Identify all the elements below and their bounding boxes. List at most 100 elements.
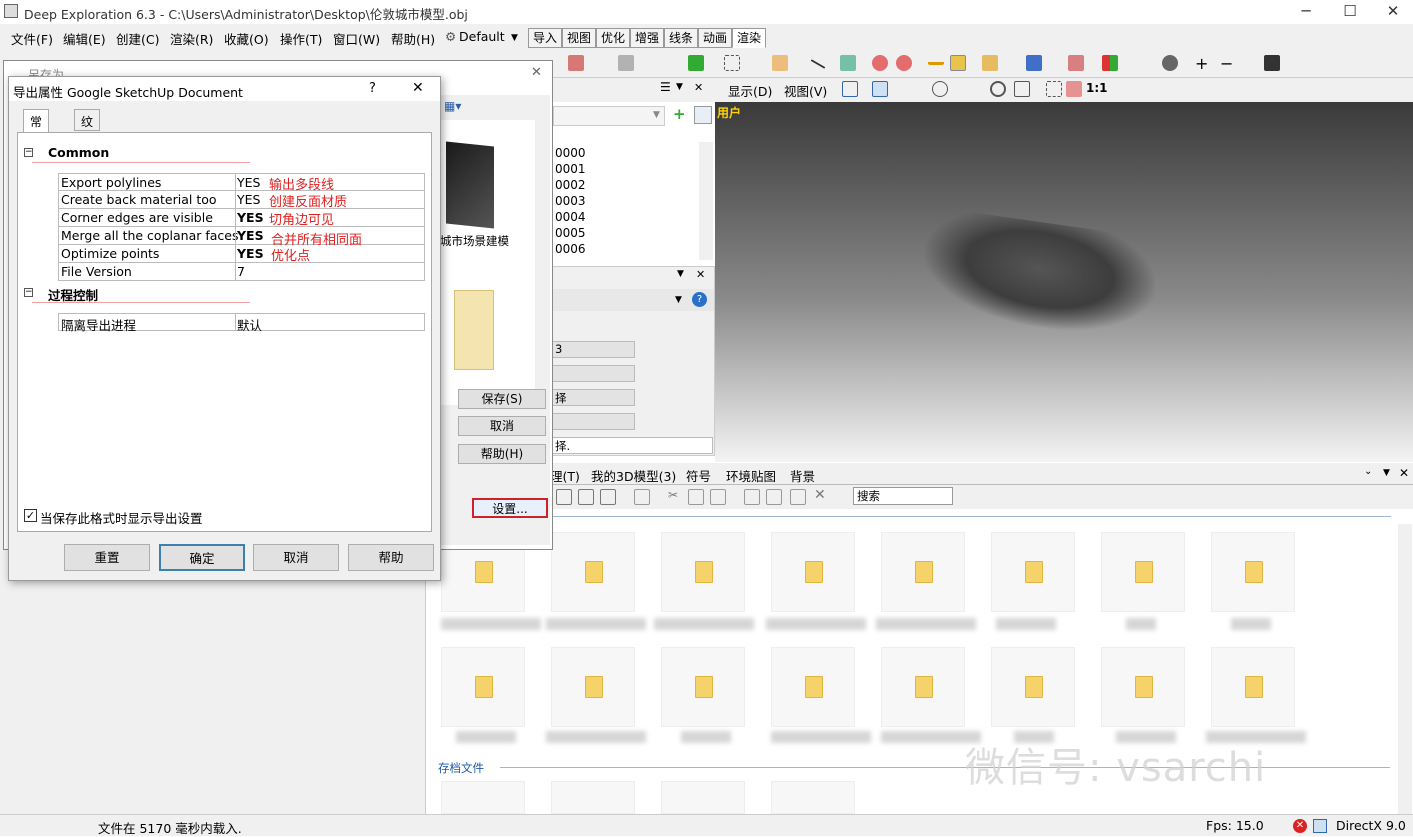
archive-tile[interactable] — [771, 781, 855, 814]
folder-tile[interactable] — [1101, 532, 1185, 612]
tree-dropdown[interactable] — [553, 106, 665, 126]
tree-item[interactable]: 0006 — [555, 242, 586, 256]
zoom-window-icon[interactable] — [1046, 81, 1062, 97]
add-icon[interactable]: + — [673, 105, 686, 123]
close-icon[interactable]: ✕ — [1399, 466, 1409, 480]
folder-tile[interactable] — [551, 532, 635, 612]
cancel-button[interactable]: 取消 — [253, 544, 339, 571]
property-value[interactable]: YES — [237, 175, 260, 190]
property-row-merge-coplanar[interactable]: Merge all the coplanar faces YES 合并所有相同面 — [58, 227, 425, 248]
folder-tile[interactable] — [661, 532, 745, 612]
folder-tile[interactable] — [991, 647, 1075, 727]
tree-item[interactable]: 0004 — [555, 210, 586, 224]
property-row-optimize-points[interactable]: Optimize points YES 优化点 — [58, 245, 425, 264]
grid-view-icon[interactable] — [556, 489, 572, 505]
menu-favorites[interactable]: 收藏(O) — [224, 29, 269, 48]
zoom-red-icon[interactable] — [872, 55, 888, 71]
settings-button[interactable]: 设置... — [472, 498, 548, 518]
tab-animation[interactable]: 动画 — [698, 28, 732, 48]
folder-label[interactable]: 城市场景建模 — [440, 233, 509, 249]
detail-view-icon[interactable] — [600, 489, 616, 505]
property-row[interactable]: 择. — [551, 437, 713, 454]
wand-icon[interactable] — [1066, 81, 1082, 97]
browser-scrollbar[interactable] — [1398, 524, 1412, 814]
error-icon[interactable]: ✕ — [1293, 819, 1307, 833]
delete-icon[interactable]: ✕ — [814, 487, 826, 503]
search-input[interactable]: 搜索 — [853, 487, 953, 505]
folder-tile[interactable] — [1211, 647, 1295, 727]
property-row-file-version[interactable]: File Version 7 — [58, 263, 425, 281]
close-window-button[interactable]: ✕ — [1370, 0, 1413, 24]
preset-dropdown[interactable]: Default — [459, 29, 505, 44]
folder-tile[interactable] — [441, 647, 525, 727]
doc-icon[interactable] — [772, 55, 788, 71]
chevron-down-icon[interactable]: ▼ — [676, 82, 683, 92]
tab-view[interactable]: 视图 — [562, 28, 596, 48]
collapse-icon[interactable]: − — [24, 288, 33, 297]
folder-tile[interactable] — [881, 532, 965, 612]
close-icon[interactable]: ✕ — [531, 65, 542, 80]
orbit-icon[interactable] — [932, 81, 948, 97]
import-icon[interactable] — [766, 489, 782, 505]
help-button[interactable]: 帮助(H) — [458, 444, 546, 464]
tab-manage[interactable]: 理(T) — [550, 466, 580, 485]
camera-icon[interactable] — [1162, 55, 1178, 71]
color-icon[interactable] — [1102, 55, 1118, 71]
3d-viewport[interactable]: 用户 — [715, 102, 1413, 462]
folder-tile[interactable] — [991, 532, 1075, 612]
tree-item[interactable]: 0003 — [555, 194, 586, 208]
folder-tile[interactable] — [881, 647, 965, 727]
page-icon[interactable] — [842, 81, 858, 97]
grid-icon[interactable] — [1068, 55, 1084, 71]
property-value[interactable]: 7 — [237, 264, 245, 279]
folder-thumbnail[interactable] — [454, 290, 494, 370]
folder-tile[interactable] — [771, 647, 855, 727]
folder-tile[interactable] — [1101, 647, 1185, 727]
view-menu[interactable]: 视图(V) — [784, 81, 827, 100]
zoom-ratio-button[interactable]: 1:1 — [1086, 81, 1108, 95]
tab-optimize[interactable]: 优化 — [596, 28, 630, 48]
pan-hand-icon[interactable] — [1014, 81, 1030, 97]
chevron-down-icon[interactable]: ▼ — [511, 33, 518, 43]
minimize-button[interactable]: ─ — [1283, 0, 1329, 24]
lamp-icon[interactable] — [950, 55, 966, 71]
close-icon[interactable]: ✕ — [412, 80, 424, 96]
menu-operate[interactable]: 操作(T) — [280, 29, 322, 48]
line-icon[interactable] — [810, 59, 826, 69]
menu-window[interactable]: 窗口(W) — [333, 29, 380, 48]
help-icon[interactable]: ? — [692, 292, 707, 307]
property-value[interactable]: YES — [237, 192, 260, 207]
tree-icon[interactable] — [840, 55, 856, 71]
show-settings-checkbox[interactable]: ✓ — [24, 509, 37, 522]
tab-render[interactable]: 渲染 — [732, 28, 766, 48]
sphere-icon[interactable] — [688, 55, 704, 71]
tree-item[interactable]: 0000 — [555, 146, 586, 160]
tab-env-maps[interactable]: 环境贴图 — [726, 466, 776, 485]
rotate-icon[interactable] — [872, 81, 888, 97]
property-row[interactable]: 择 — [551, 389, 635, 406]
collapse-icon[interactable]: ⌄ — [1364, 466, 1372, 477]
settings-red-icon[interactable] — [896, 55, 912, 71]
tab-enhance[interactable]: 增强 — [630, 28, 664, 48]
folder-tile[interactable] — [661, 647, 745, 727]
list-icon[interactable]: ☰ — [660, 80, 671, 94]
property-row-export-polylines[interactable]: Export polylines YES 输出多段线 — [58, 173, 425, 193]
thumbnails-icon[interactable] — [634, 489, 650, 505]
tab-my-3d-models[interactable]: 我的3D模型(3) — [591, 466, 676, 485]
tree-scrollbar[interactable] — [699, 142, 713, 260]
property-value[interactable]: 默认 — [237, 315, 262, 334]
axis-icon[interactable] — [982, 55, 998, 71]
paste-icon[interactable] — [710, 489, 726, 505]
help-button[interactable]: 帮助 — [348, 544, 434, 571]
property-row-corner-edges[interactable]: Corner edges are visible YES 切角边可见 — [58, 209, 425, 228]
folder-tile[interactable] — [771, 532, 855, 612]
plus-icon[interactable]: + — [1195, 54, 1208, 73]
folder-thumbnail[interactable] — [446, 141, 494, 229]
display-menu[interactable]: 显示(D) — [728, 81, 772, 100]
minus-icon[interactable]: − — [1220, 54, 1233, 73]
select-box-icon[interactable] — [724, 55, 740, 71]
property-value[interactable]: YES — [237, 228, 264, 243]
tree-item[interactable]: 0005 — [555, 226, 586, 240]
chevron-down-icon[interactable]: ▼ — [1383, 468, 1390, 478]
tree-item[interactable]: 0001 — [555, 162, 586, 176]
